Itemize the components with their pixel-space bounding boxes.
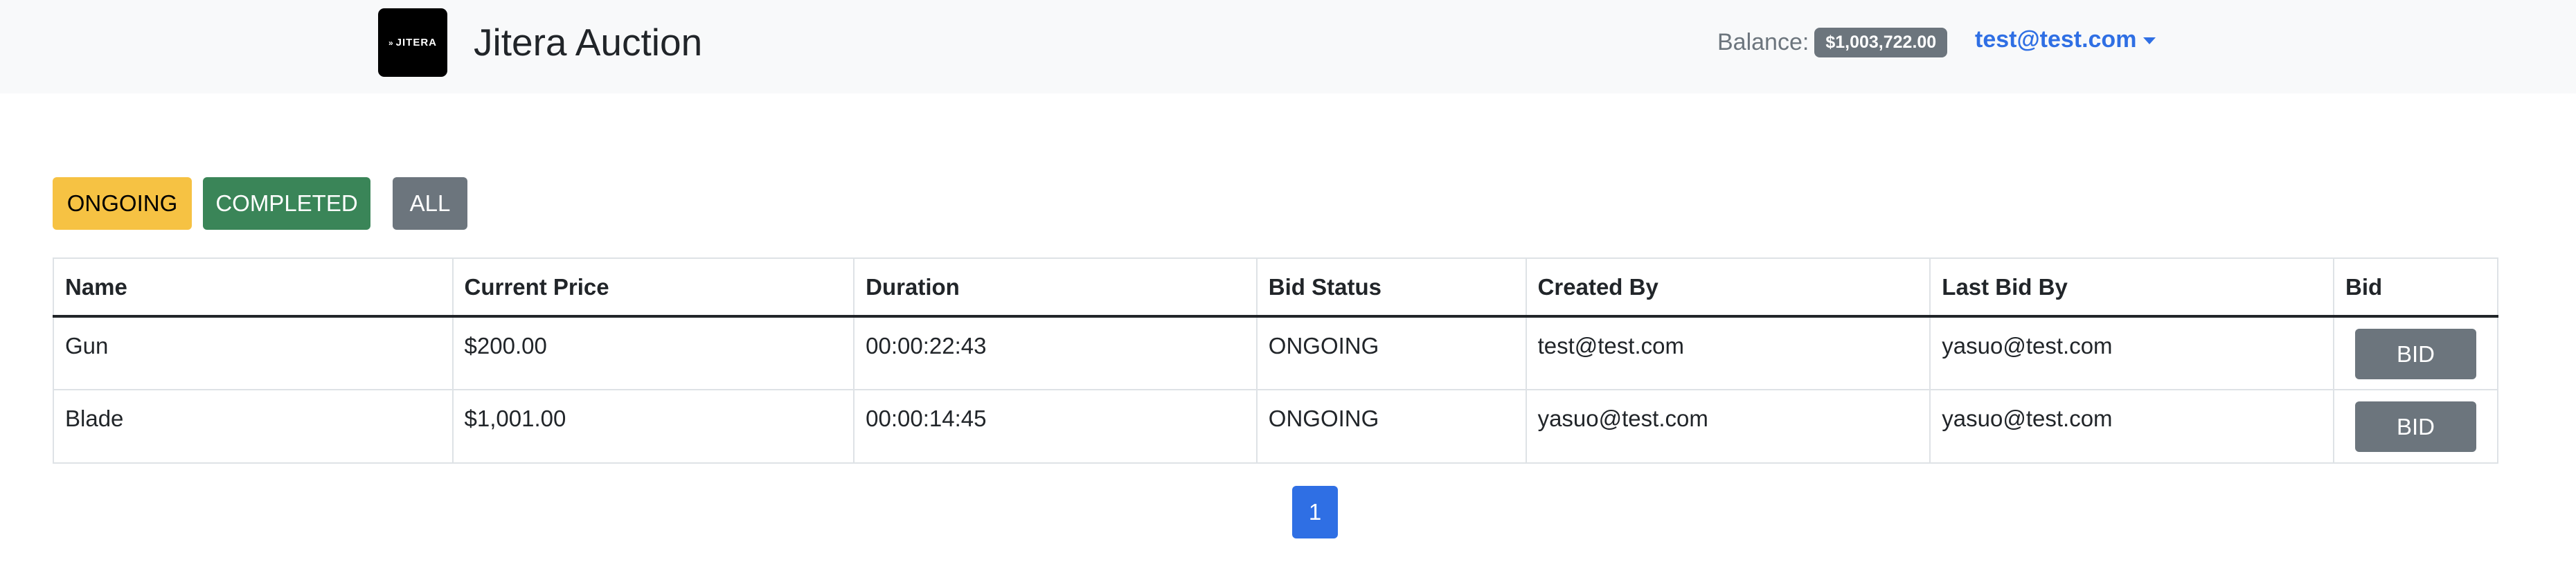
table-header-row: Name Current Price Duration Bid Status C…: [53, 257, 2499, 318]
table-row: Gun $200.00 00:00:22:43 ONGOING test@tes…: [53, 316, 2499, 390]
cell-created-by: test@test.com: [1525, 316, 1931, 390]
cell-name: Gun: [53, 316, 454, 390]
filter-completed-button[interactable]: COMPLETED: [203, 177, 370, 230]
brand-link[interactable]: » JITERA Jitera Auction: [378, 8, 702, 77]
balance-label: Balance:: [1717, 29, 1809, 55]
cell-last-bid-by: yasuo@test.com: [1929, 316, 2334, 390]
user-menu-dropdown[interactable]: test@test.com: [1975, 26, 2156, 53]
status-filter-group: ONGOING COMPLETED ALL: [53, 177, 467, 230]
jitera-logo: » JITERA: [378, 8, 447, 77]
filter-ongoing-button[interactable]: ONGOING: [53, 177, 192, 230]
logo-text: JITERA: [395, 37, 438, 48]
column-header-last-bid-by: Last Bid By: [1929, 257, 2334, 318]
cell-bid: BID: [2332, 316, 2499, 390]
cell-current-price: $200.00: [451, 316, 855, 390]
cell-bid-status: ONGOING: [1255, 316, 1527, 390]
navbar: » JITERA Jitera Auction Balance: $1,003,…: [0, 0, 2576, 93]
column-header-current-price: Current Price: [451, 257, 855, 318]
user-email: test@test.com: [1975, 26, 2137, 53]
cell-name: Blade: [53, 389, 454, 464]
column-header-duration: Duration: [853, 257, 1258, 318]
column-header-bid-status: Bid Status: [1255, 257, 1527, 318]
balance-display: Balance: $1,003,722.00: [1717, 28, 1948, 57]
cell-duration: 00:00:14:45: [853, 389, 1258, 464]
auction-table: Name Current Price Duration Bid Status C…: [53, 257, 2499, 464]
cell-bid-status: ONGOING: [1255, 389, 1527, 464]
bid-button[interactable]: BID: [2354, 401, 2476, 452]
chevron-down-icon: [2143, 37, 2156, 44]
app-title: Jitera Auction: [474, 21, 703, 64]
logo-arrow-icon: »: [388, 37, 394, 48]
cell-duration: 00:00:22:43: [853, 316, 1258, 390]
cell-last-bid-by: yasuo@test.com: [1929, 389, 2334, 464]
cell-created-by: yasuo@test.com: [1525, 389, 1931, 464]
cell-bid: BID: [2332, 389, 2499, 464]
column-header-created-by: Created By: [1525, 257, 1931, 318]
column-header-name: Name: [53, 257, 454, 318]
page-1-button[interactable]: 1: [1292, 486, 1338, 538]
pagination: 1: [1292, 486, 1338, 538]
table-row: Blade $1,001.00 00:00:14:45 ONGOING yasu…: [53, 389, 2499, 464]
balance-badge: $1,003,722.00: [1814, 28, 1948, 57]
bid-button[interactable]: BID: [2354, 329, 2476, 379]
cell-current-price: $1,001.00: [451, 389, 855, 464]
filter-all-button[interactable]: ALL: [393, 177, 467, 230]
column-header-bid: Bid: [2332, 257, 2499, 318]
